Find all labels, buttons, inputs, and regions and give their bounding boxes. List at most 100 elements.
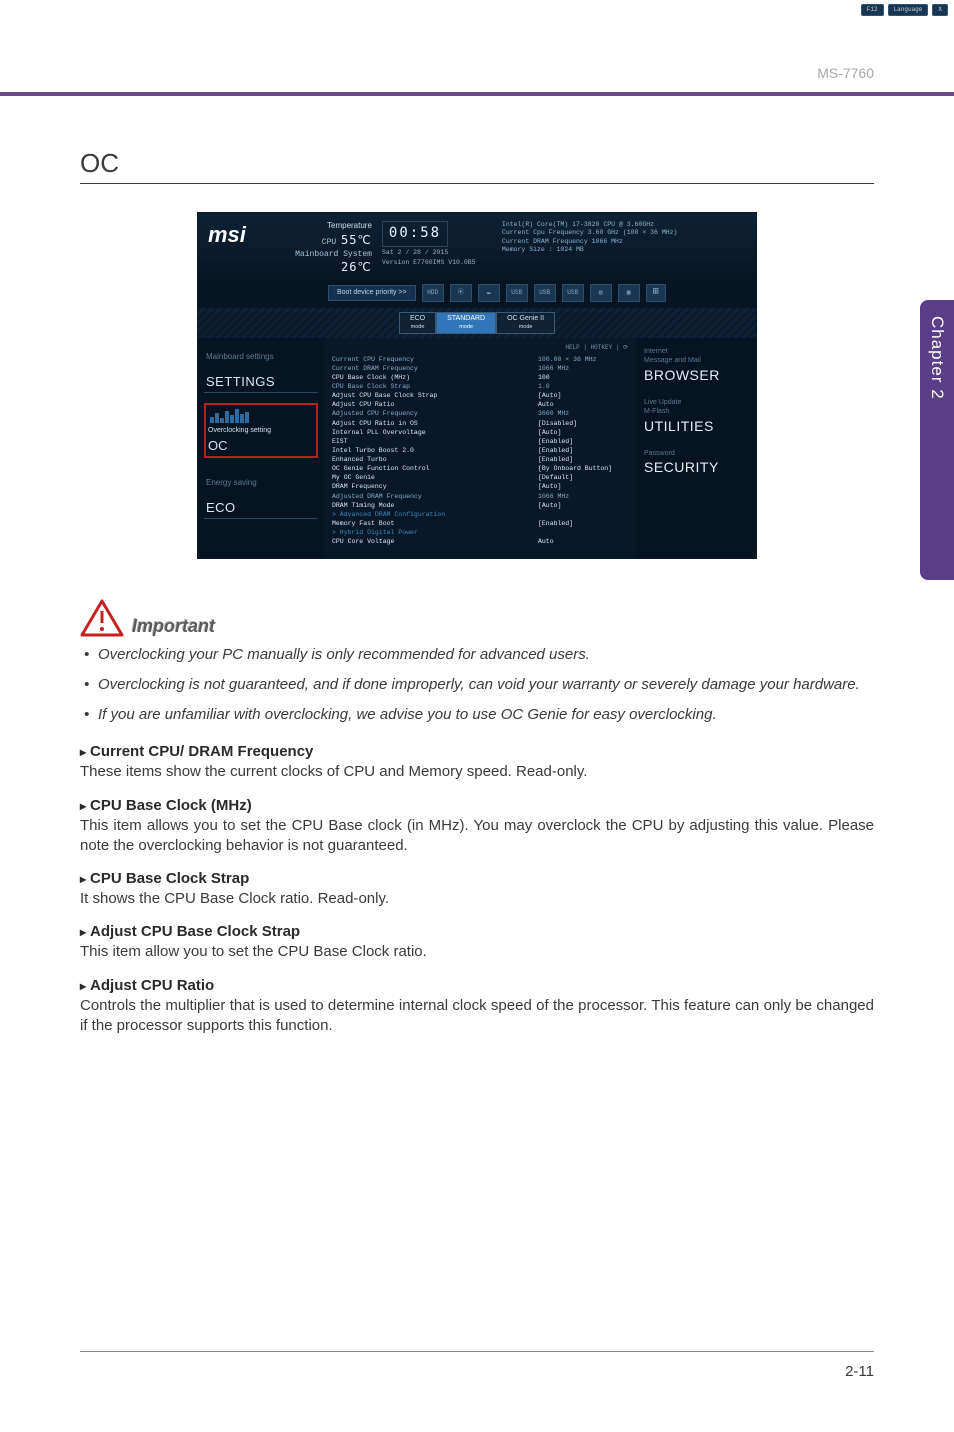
footer-rule [80,1351,874,1352]
setting-row[interactable]: DRAM Timing Mode[Auto] [332,501,628,510]
setting-row[interactable]: DRAM Frequency[Auto] [332,483,628,492]
header-rule [0,92,954,96]
bios-help-hotkey[interactable]: HELP | HOTKEY | ⟳ [332,344,628,352]
panel-browser[interactable]: BROWSER [644,367,748,385]
bios-close-button[interactable]: X [932,4,948,16]
panel-sub: Message and Mail [644,357,748,366]
setting-key: DRAM Frequency [332,483,538,491]
mini-chart-bar [220,418,224,423]
setting-value: [Auto] [538,392,628,400]
setting-row[interactable]: CPU Core VoltageAuto [332,538,628,547]
setting-row[interactable]: > Advanced DRAM Configuration [332,510,628,519]
setting-row[interactable]: Enhanced Turbo[Enabled] [332,456,628,465]
setting-key: > Hybrid Digital Power [332,529,538,537]
side-tab-chapter: Chapter 2 [920,300,954,580]
bios-version: Version E7760IMS V10.0B5 [382,259,492,267]
nav-oc[interactable]: OC [208,438,314,454]
oc-mini-chart [208,407,314,425]
setting-row[interactable]: Adjust CPU Base Clock Strap[Auto] [332,392,628,401]
model-number: MS-7760 [817,65,874,81]
setting-value: [Enabled] [538,456,628,464]
section-item: Adjust CPU RatioControls the multiplier … [80,977,874,1037]
bios-language-button[interactable]: Language [888,4,929,16]
bios-boot-row: Boot device priority >> HDD ⦿ ▬ USB USB … [198,281,756,308]
mode-eco-tab[interactable]: ECOmode [399,312,436,334]
boot-dev-icon[interactable]: ▬ [478,284,500,302]
mode-label: ECO [410,315,425,322]
boot-priority-button[interactable]: Boot device priority >> [328,285,416,302]
setting-value [538,511,628,519]
setting-row[interactable]: Adjust CPU RatioAuto [332,401,628,410]
section-item: CPU Base Clock Strap It shows the CPU Bas… [80,870,874,909]
boot-dev-extra-icon[interactable]: ⊞ [646,284,666,302]
setting-row[interactable]: > Hybrid Digital Power [332,529,628,538]
bios-date: Sat 2 / 28 / 2015 [382,249,492,257]
panel-security[interactable]: SECURITY [644,459,748,477]
setting-row[interactable]: Internal PLL Overvoltage[Auto] [332,428,628,437]
mini-chart-bar [225,411,229,423]
panel-title: Live Update [644,399,748,408]
bios-mode-row: ECOmode STANDARDmode OC Genie IImode [198,308,756,338]
important-item: Overclocking is not guaranteed, and if d… [80,675,874,695]
setting-row[interactable]: CPU Base Clock (MHz)100 [332,373,628,382]
boot-dev-icon[interactable]: USB [562,284,584,302]
mini-chart-bar [245,412,249,423]
nav-settings[interactable]: SETTINGS [204,370,318,393]
nav-overclocking-setting[interactable]: Overclocking setting [208,427,271,436]
nav-energy-saving[interactable]: Energy saving [204,474,318,492]
setting-value: Auto [538,538,628,546]
section-body: This item allows you to set the CPU Base… [80,816,874,857]
mode-label: STANDARD [447,315,485,322]
bios-screenshot: F12 Language X msi Temperature CPU 55℃ M… [197,212,757,559]
bios-right-panel: Internet Message and Mail BROWSER Live U… [636,338,756,558]
boot-dev-icon[interactable]: ▦ [618,284,640,302]
setting-key: Adjust CPU Ratio in OS [332,420,538,428]
setting-row[interactable]: Adjust CPU Ratio in OS[Disabled] [332,419,628,428]
setting-key: > Advanced DRAM Configuration [332,511,538,519]
boot-dev-icon[interactable]: HDD [422,284,444,302]
section-body: It shows the CPU Base Clock ratio. Read-… [80,889,874,909]
boot-dev-icon[interactable]: ▤ [590,284,612,302]
nav-mainboard-settings[interactable]: Mainboard settings [204,348,318,366]
section-title: Adjust CPU Base Clock Strap [80,923,874,940]
mode-sub: mode [507,324,544,331]
mb-temp-label: Mainboard System [295,250,372,259]
boot-dev-icon[interactable]: ⦿ [450,284,472,302]
setting-row[interactable]: Memory Fast Boot[Enabled] [332,519,628,528]
setting-key: My OC Genie [332,474,538,482]
setting-value: [Enabled] [538,520,628,528]
section-title: CPU Base Clock Strap [80,870,874,887]
panel-title: Internet [644,348,748,357]
panel-utilities[interactable]: UTILITIES [644,418,748,436]
setting-key: Current DRAM Frequency [332,365,538,373]
setting-value: [Enabled] [538,438,628,446]
setting-value: 100.00 × 36 MHz [538,356,628,364]
boot-dev-icon[interactable]: USB [534,284,556,302]
setting-row: Adjusted CPU Frequency3600 MHz [332,410,628,419]
setting-value: [Auto] [538,502,628,510]
setting-key: Adjust CPU Ratio [332,401,538,409]
important-list: Overclocking your PC manually is only re… [80,645,874,726]
boot-dev-icon[interactable]: USB [506,284,528,302]
important-block: Important Overclocking your PC manually … [80,599,874,726]
panel-sub: M-Flash [644,408,748,417]
sysinfo-line: Intel(R) Core(TM) i7-3820 CPU @ 3.60GHz [502,221,746,229]
setting-row[interactable]: My OC Genie[Default] [332,474,628,483]
warning-icon [80,599,124,637]
bios-screenshot-button[interactable]: F12 [861,4,884,16]
setting-value: 1066 MHz [538,365,628,373]
section-item: Current CPU/ DRAM FrequencyThese items s… [80,743,874,782]
setting-value: [Enabled] [538,447,628,455]
bios-time: 00:58 [382,221,448,247]
setting-row[interactable]: EIST[Enabled] [332,437,628,446]
mode-standard-tab[interactable]: STANDARDmode [436,312,496,334]
setting-key: CPU Core Voltage [332,538,538,546]
mode-ocgenie-tab[interactable]: OC Genie IImode [496,312,555,334]
setting-row[interactable]: Intel Turbo Boost 2.0[Enabled] [332,446,628,455]
setting-value: [Default] [538,474,628,482]
important-item: If you are unfamiliar with overclocking,… [80,705,874,725]
msi-logo: msi [208,221,252,275]
setting-row[interactable]: OC Genie Function Control[By Onboard But… [332,465,628,474]
bios-left-nav: Mainboard settings SETTINGS Overclocking… [198,338,324,558]
nav-eco[interactable]: ECO [204,496,318,519]
